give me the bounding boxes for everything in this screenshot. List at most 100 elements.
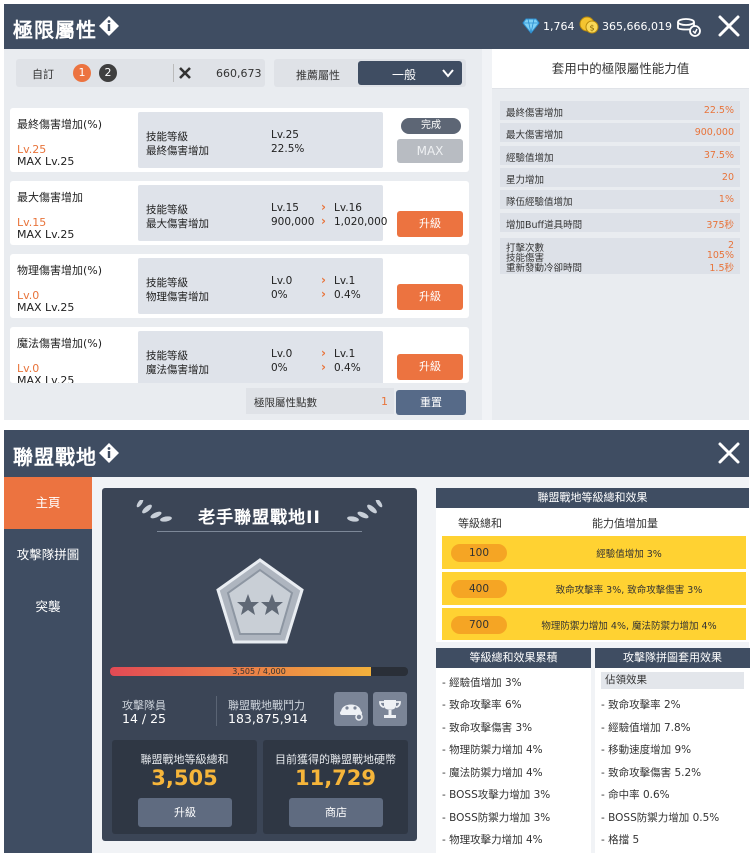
stat-value: 20 [721,172,734,183]
next-level: Lv.16 [334,202,362,214]
preset-slot-2[interactable]: 2 [99,64,117,82]
limit-title-bar: 極限屬性 1,764 $ 365,666,019 [4,4,749,49]
list-item: - 物理攻擊力增加 4% [442,834,543,846]
stat-name: 星力增加 [506,175,545,186]
current-value: 0% [271,289,288,301]
level-effect: 經驗值增加 3% [596,549,662,560]
stat-name: 經驗值增加 [506,153,554,164]
union-rank-badge-icon [216,558,304,644]
info-icon[interactable] [98,15,120,37]
next-value: 0.4% [334,289,361,301]
arrow-right-icon: › [321,287,326,301]
stat-row: 最大傷害增加 900,000 [500,123,740,142]
skill-level-label: 技能等級 [146,131,188,143]
helmet-icon [340,704,363,721]
coin-exchange-icon[interactable] [676,14,702,38]
level-sum-box: 聯盟戰地等級總和 3,505 升級 [112,740,257,834]
stat-value: 900,000 [694,127,734,138]
attribute-list-area: 自訂 1 2 660,673 推薦屬性 一般 最終傷害增加(%) Lv.25 M… [4,49,482,420]
arrow-right-icon: › [321,360,326,374]
arrow-right-icon: › [321,200,326,214]
recommend-value: 一般 [392,68,417,82]
attribute-card-magic-damage: 魔法傷害增加(%) Lv.0 MAX Lv.25 技能等級 魔法傷害增加 Lv.… [10,327,469,383]
gem-count: 1,764 [543,20,575,33]
gem-icon [522,18,540,34]
shop-button[interactable]: 商店 [289,798,383,827]
stat-value: 37.5% [703,150,734,161]
union-ranking-button[interactable] [373,692,407,726]
max-button: MAX [397,139,463,163]
union-title-bar: 聯盟戰地 [4,430,749,477]
attribute-max-level: MAX Lv.25 [17,228,75,241]
list-item: - 移動速度增加 9% [601,744,692,756]
skill-level-label: 技能等級 [146,277,188,289]
close-icon[interactable] [717,441,741,465]
union-window: 聯盟戰地 主頁 攻擊隊拼圖 突襲 老手聯盟戰地II 3,505 / 4,000 … [4,430,750,853]
applied-stats-title: 套用中的極限屬性能力值 [492,49,749,89]
limit-attribute-window: 極限屬性 1,764 $ 365,666,019 自訂 1 2 660,673 … [4,4,749,420]
list-item: - BOSS攻擊力增加 3% [442,789,551,801]
column-header-effect: 能力值增加量 [592,517,658,530]
stat-value: 1.5秒 [709,263,734,274]
arrow-right-icon: › [321,273,326,287]
upgrade-button[interactable]: 升級 [138,798,232,827]
recommend-bar: 推薦屬性 一般 [274,59,466,87]
skill-level-label: 技能等級 [146,204,188,216]
arrow-right-icon: › [321,346,326,360]
level-threshold: 400 [451,580,507,598]
stat-value: 1% [718,194,734,205]
stat-label: 魔法傷害增加 [146,364,209,376]
list-item: - 魔法防禦力增加 4% [442,767,543,779]
skill-level-label: 技能等級 [146,350,188,362]
stat-name: 最終傷害增加 [506,108,564,119]
coin-value: 11,729 [294,766,377,790]
preset-slot-1[interactable]: 1 [73,64,91,82]
level-threshold: 100 [451,544,507,562]
sidebar-item-puzzle[interactable]: 攻擊隊拼圖 [4,529,92,581]
list-item: - BOSS防禦力增加 0.5% [601,812,720,824]
level-sum-value: 3,505 [151,766,218,790]
current-value: 22.5% [271,143,305,155]
upgrade-button[interactable]: 升級 [397,284,463,310]
close-icon[interactable] [717,14,741,38]
attribute-name: 最大傷害增加 [17,191,83,204]
current-level: Lv.0 [271,348,293,360]
stat-row: 增加Buff道具時間 375秒 [500,213,740,232]
level-effect-row: 400 致命攻擊率 3%, 致命攻擊傷害 3% [442,572,746,605]
puzzle-effect-title: 攻擊隊拼圖套用效果 [595,648,750,668]
stat-row: 最終傷害增加 22.5% [500,101,740,120]
attribute-max-level: MAX Lv.25 [17,155,75,168]
stat-label: 物理傷害增加 [146,291,209,303]
stat-value: 22.5% [703,105,734,116]
complete-badge: 完成 [401,118,461,134]
divider [173,64,174,82]
level-effect-title: 聯盟戰地等級總和效果 [436,488,749,508]
list-item: - 經驗值增加 3% [442,677,522,689]
level-effect-row: 100 經驗值增加 3% [442,536,746,569]
union-main-panel: 老手聯盟戰地II 3,505 / 4,000 攻擊隊員 14 / 25 聯盟戰地… [102,488,417,841]
sidebar-item-home[interactable]: 主頁 [4,477,92,529]
points-label: 極限屬性點數 [254,397,317,409]
next-level: Lv.1 [334,348,356,360]
sidebar-item-raid[interactable]: 突襲 [4,581,92,633]
level-sum-label: 聯盟戰地等級總和 [140,753,229,766]
union-exp-bar: 3,505 / 4,000 [110,667,408,676]
recommend-dropdown[interactable]: 一般 [358,61,462,85]
attribute-detail: 技能等級 魔法傷害增加 Lv.0 0% › › Lv.1 0.4% [138,331,383,383]
reset-button[interactable]: 重置 [396,390,466,415]
stat-name: 隊伍經驗值增加 [506,197,573,208]
level-effect: 致命攻擊率 3%, 致命攻擊傷害 3% [555,585,703,596]
info-icon[interactable] [98,442,120,464]
power-value: 183,875,914 [228,711,308,726]
recommend-label: 推薦屬性 [296,69,340,82]
union-champion-button[interactable] [334,692,368,726]
applied-stats-panel: 套用中的極限屬性能力值 最終傷害增加 22.5% 最大傷害增加 900,000 … [492,49,749,420]
attribute-name: 最終傷害增加(%) [17,118,103,131]
preset-cost: 660,673 [216,67,262,80]
upgrade-button[interactable]: 升級 [397,354,463,380]
arrow-right-icon: › [321,214,326,228]
preset-label: 自訂 [32,68,54,81]
upgrade-button[interactable]: 升級 [397,211,463,237]
list-item: - 致命攻擊率 6% [442,699,522,711]
points-value: 1 [381,395,388,408]
